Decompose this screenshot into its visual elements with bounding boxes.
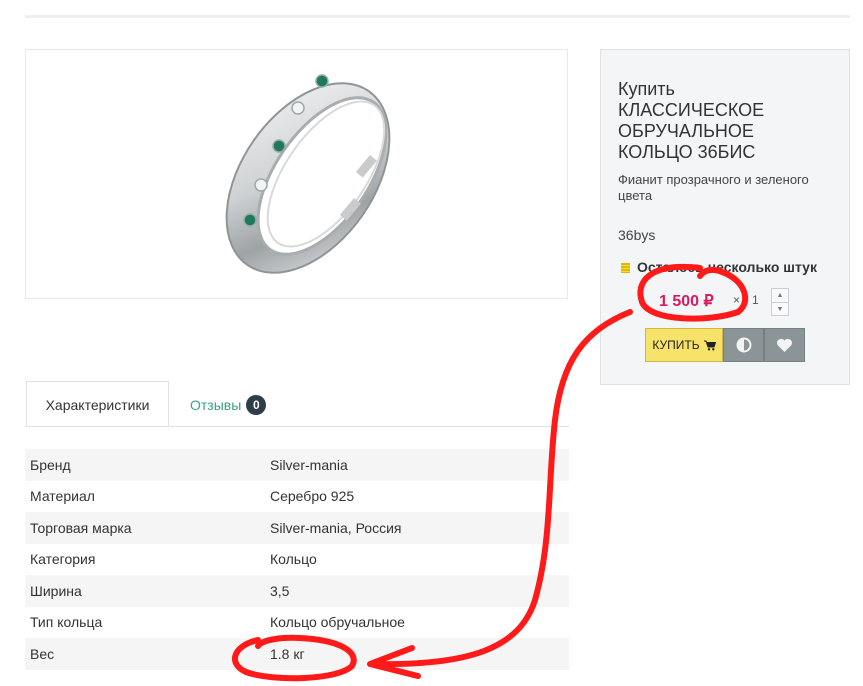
tabs-divider (25, 426, 569, 427)
tab-characteristics[interactable]: Характеристики (26, 381, 169, 427)
favorite-button[interactable] (764, 328, 805, 362)
spec-name: Вес (30, 645, 55, 662)
times-sign: × (733, 293, 741, 307)
spec-value: Silver-mania, Россия (270, 519, 402, 536)
stock-level-icon (621, 263, 630, 273)
table-row: Вес 1.8 кг (25, 638, 569, 670)
spec-value: Silver-mania (270, 456, 348, 473)
top-divider (25, 15, 850, 18)
product-sku: 36bys (618, 227, 656, 243)
table-row: Материал Серебро 925 (25, 481, 569, 513)
compare-icon (736, 337, 751, 353)
tab-reviews-label: Отзывы (190, 397, 242, 413)
spec-name: Категория (30, 551, 96, 568)
buy-panel: Купить КЛАССИЧЕСКОЕ ОБРУЧАЛЬНОЕ КОЛЬЦО 3… (600, 49, 850, 385)
spec-value: Кольцо обручальное (270, 614, 405, 631)
stock-text: Осталось несколько штук (637, 259, 817, 275)
buy-title: Купить КЛАССИЧЕСКОЕ ОБРУЧАЛЬНОЕ КОЛЬЦО 3… (618, 79, 765, 162)
table-row: Бренд Silver-mania (25, 449, 569, 481)
specs-table: Бренд Silver-mania Материал Серебро 925 … (25, 449, 569, 670)
table-row: Торговая марка Silver-mania, Россия (25, 512, 569, 544)
spec-name: Торговая марка (30, 519, 132, 536)
decrease-quantity-icon[interactable]: ▼ (772, 302, 788, 316)
quantity-value[interactable]: 1 (752, 293, 759, 307)
spec-name: Материал (30, 488, 95, 505)
tab-reviews[interactable]: Отзывы 0 (190, 395, 267, 415)
stock-status: Осталось несколько штук (621, 259, 817, 275)
heart-icon (777, 338, 792, 352)
ring-image (225, 74, 391, 274)
cart-icon (703, 340, 716, 350)
product-image[interactable] (25, 49, 568, 299)
spec-value: 1.8 кг (270, 645, 305, 662)
table-row: Ширина 3,5 (25, 575, 569, 607)
spec-name: Бренд (30, 456, 71, 473)
spec-value: Кольцо (270, 551, 317, 568)
increase-quantity-icon[interactable]: ▲ (772, 289, 788, 302)
tab-characteristics-label: Характеристики (45, 396, 150, 413)
product-description: Фианит прозрачного и зеленого цвета (618, 172, 809, 203)
buy-button[interactable]: КУПИТЬ (645, 328, 723, 362)
price: 1 500 ₽ (659, 293, 714, 310)
spec-name: Тип кольца (30, 614, 103, 631)
table-row: Тип кольца Кольцо обручальное (25, 607, 569, 639)
table-row: Категория Кольцо (25, 544, 569, 576)
spec-value: 3,5 (270, 582, 290, 599)
reviews-count-badge: 0 (246, 395, 267, 415)
spec-value: Серебро 925 (270, 488, 355, 505)
compare-button[interactable] (723, 328, 764, 362)
quantity-stepper[interactable]: ▲ ▼ (771, 288, 789, 316)
buy-button-label: КУПИТЬ (652, 338, 700, 352)
spec-name: Ширина (30, 582, 82, 599)
